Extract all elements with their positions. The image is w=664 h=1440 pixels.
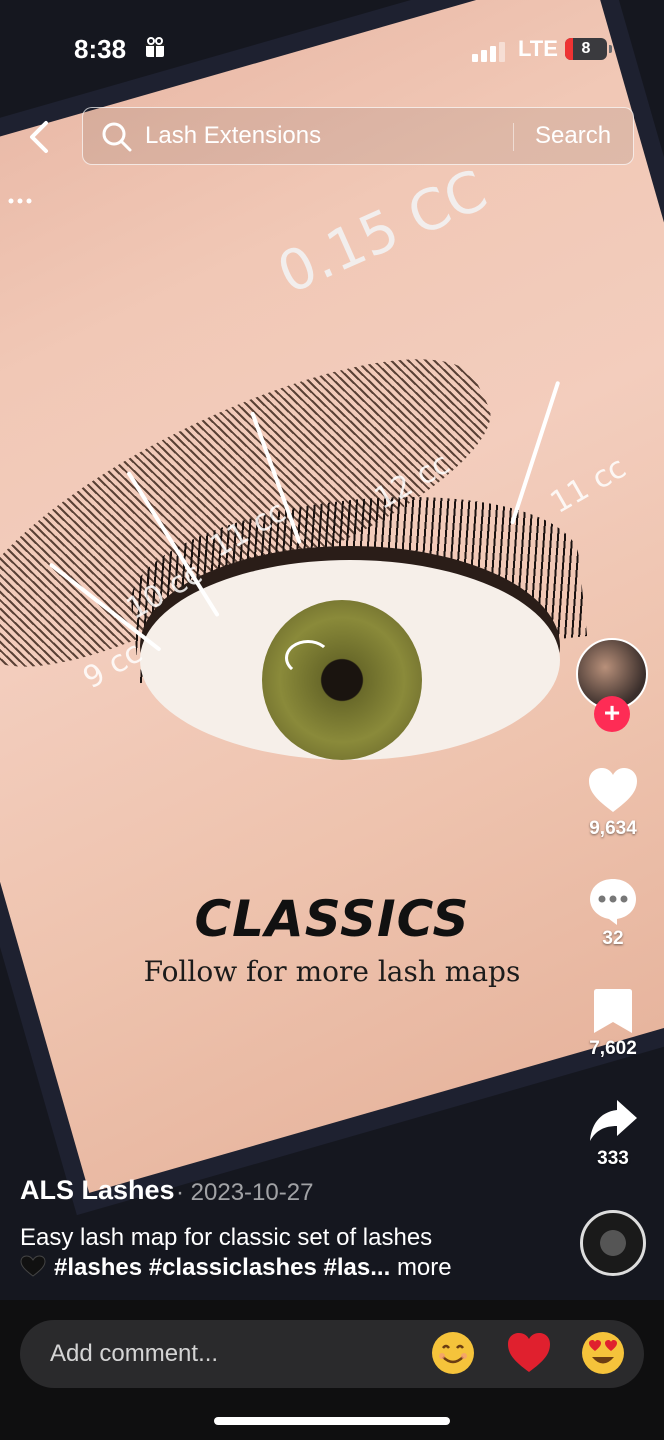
home-indicator [214, 1417, 450, 1425]
video-overlay-title: CLASSICS [194, 890, 470, 948]
comment-placeholder: Add comment... [50, 1340, 219, 1367]
save-button[interactable]: 7,602 [572, 986, 654, 1060]
caption-text: Easy lash map for classic set of lashes [20, 1224, 433, 1251]
heart-eyes-emoji-icon[interactable] [580, 1330, 626, 1376]
gift-icon [145, 37, 165, 57]
search-button[interactable]: Search [535, 121, 611, 151]
caption-hashtags-line[interactable]: #lashes #classiclashes #las... more [20, 1254, 452, 1282]
red-heart-emoji-icon[interactable] [506, 1330, 552, 1376]
video-overlay-subtitle: Follow for more lash maps [143, 955, 521, 988]
follow-button[interactable]: + [594, 696, 630, 732]
author-name[interactable]: ALS Lashes [20, 1175, 175, 1206]
status-bar: 8:38 LTE 8 [0, 0, 664, 100]
like-count: 9,634 [589, 818, 637, 839]
smile-emoji-icon[interactable] [430, 1330, 476, 1376]
search-bar[interactable]: Lash Extensions Search [82, 107, 634, 165]
bookmark-icon [594, 989, 632, 1033]
more-link[interactable]: more [397, 1254, 452, 1281]
search-icon [102, 122, 132, 152]
comment-icon [590, 879, 636, 925]
share-arrow-icon [590, 1100, 637, 1141]
clock: 8:38 [74, 34, 127, 64]
video-player[interactable]: 0.15 CC 9 cc 10 cc 11 cc 12 cc 11 cc CLA… [0, 0, 664, 1300]
comment-count: 32 [602, 928, 624, 949]
back-arrow-icon[interactable] [22, 117, 56, 157]
battery-tip [609, 45, 612, 53]
battery-icon: 8 [565, 38, 607, 60]
more-options-icon[interactable] [8, 196, 32, 206]
search-input[interactable]: Lash Extensions [145, 121, 321, 151]
iris [262, 600, 422, 760]
like-button[interactable]: 9,634 [572, 766, 654, 840]
music-disc-icon[interactable] [580, 1210, 646, 1276]
share-button[interactable]: 333 [572, 1096, 654, 1170]
black-heart-icon [20, 1255, 46, 1277]
share-count: 333 [597, 1148, 629, 1169]
eye-glint [285, 640, 331, 676]
comment-button[interactable]: 32 [572, 876, 654, 950]
save-count: 7,602 [589, 1038, 637, 1059]
comment-input[interactable]: Add comment... [20, 1320, 644, 1388]
hashtags[interactable]: #lashes #classiclashes #las... [54, 1254, 390, 1281]
search-divider [513, 123, 514, 151]
post-date: · 2023-10-27 [176, 1179, 314, 1206]
network-type: LTE [518, 36, 558, 61]
signal-icon [472, 40, 506, 62]
battery-level: 8 [581, 40, 591, 57]
comment-bar: Add comment... [0, 1300, 664, 1440]
heart-icon [589, 768, 637, 812]
